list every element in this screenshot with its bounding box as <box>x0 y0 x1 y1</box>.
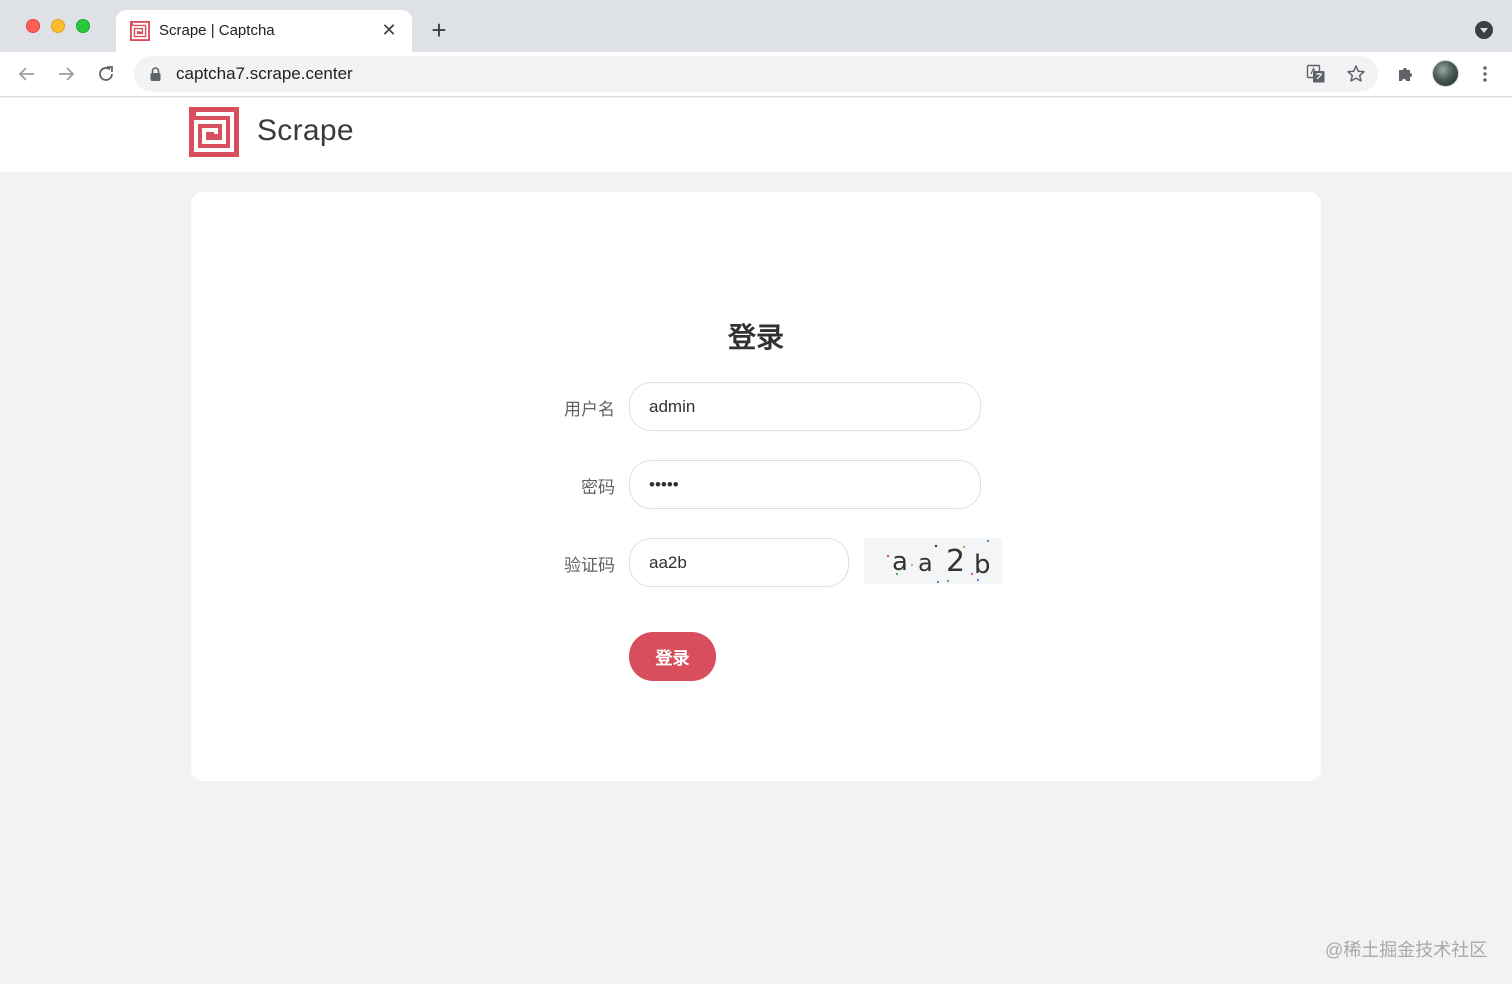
login-button[interactable]: 登录 <box>629 632 716 681</box>
window-close-button[interactable] <box>26 19 40 33</box>
password-label: 密码 <box>581 478 615 497</box>
more-menu-icon[interactable] <box>1472 61 1498 87</box>
username-label: 用户名 <box>564 400 615 419</box>
back-button[interactable] <box>13 60 41 88</box>
profile-avatar[interactable] <box>1432 60 1459 87</box>
browser-toolbar: captcha7.scrape.center <box>0 52 1512 97</box>
captcha-label: 验证码 <box>564 556 615 575</box>
address-bar[interactable]: captcha7.scrape.center <box>134 56 1378 92</box>
scrape-favicon-icon <box>130 21 150 41</box>
form-title: 登录 <box>727 322 784 353</box>
captcha-char-4: b <box>974 550 991 580</box>
reload-button[interactable] <box>92 60 120 88</box>
new-tab-button[interactable]: + <box>426 17 452 43</box>
scrape-logo-icon[interactable] <box>189 107 239 157</box>
reload-icon <box>99 66 113 81</box>
tab-search-icon[interactable] <box>1475 21 1493 39</box>
password-input[interactable] <box>629 460 981 509</box>
captcha-char-1: a <box>892 547 908 577</box>
arrow-left-icon <box>18 67 34 81</box>
extensions-puzzle-icon[interactable] <box>1393 61 1419 87</box>
translate-icon[interactable] <box>1305 63 1327 85</box>
login-card: 登录 用户名 密码 验证码 a a 2 b 登录 <box>191 192 1321 781</box>
forward-button[interactable] <box>52 60 80 88</box>
bookmark-star-icon[interactable] <box>1345 63 1367 85</box>
site-header: Scrape <box>0 98 1512 172</box>
captcha-char-2: a <box>918 549 933 577</box>
url-text: captcha7.scrape.center <box>176 64 353 83</box>
brand-name[interactable]: Scrape <box>257 114 354 148</box>
window-zoom-button[interactable] <box>76 19 90 33</box>
captcha-input[interactable] <box>629 538 849 587</box>
captcha-image[interactable]: a a 2 b <box>864 538 1002 584</box>
watermark: @稀土掘金技术社区 <box>1325 940 1488 960</box>
arrow-right-icon <box>59 67 75 81</box>
lock-icon <box>150 67 161 81</box>
browser-tab-bar: Scrape | Captcha ✕ + <box>0 0 1512 52</box>
browser-tab[interactable]: Scrape | Captcha ✕ <box>116 10 412 52</box>
captcha-char-3: 2 <box>946 544 965 579</box>
tab-close-icon[interactable]: ✕ <box>378 19 400 41</box>
window-minimize-button[interactable] <box>51 19 65 33</box>
tab-title: Scrape | Captcha <box>159 22 275 39</box>
username-input[interactable] <box>629 382 981 431</box>
